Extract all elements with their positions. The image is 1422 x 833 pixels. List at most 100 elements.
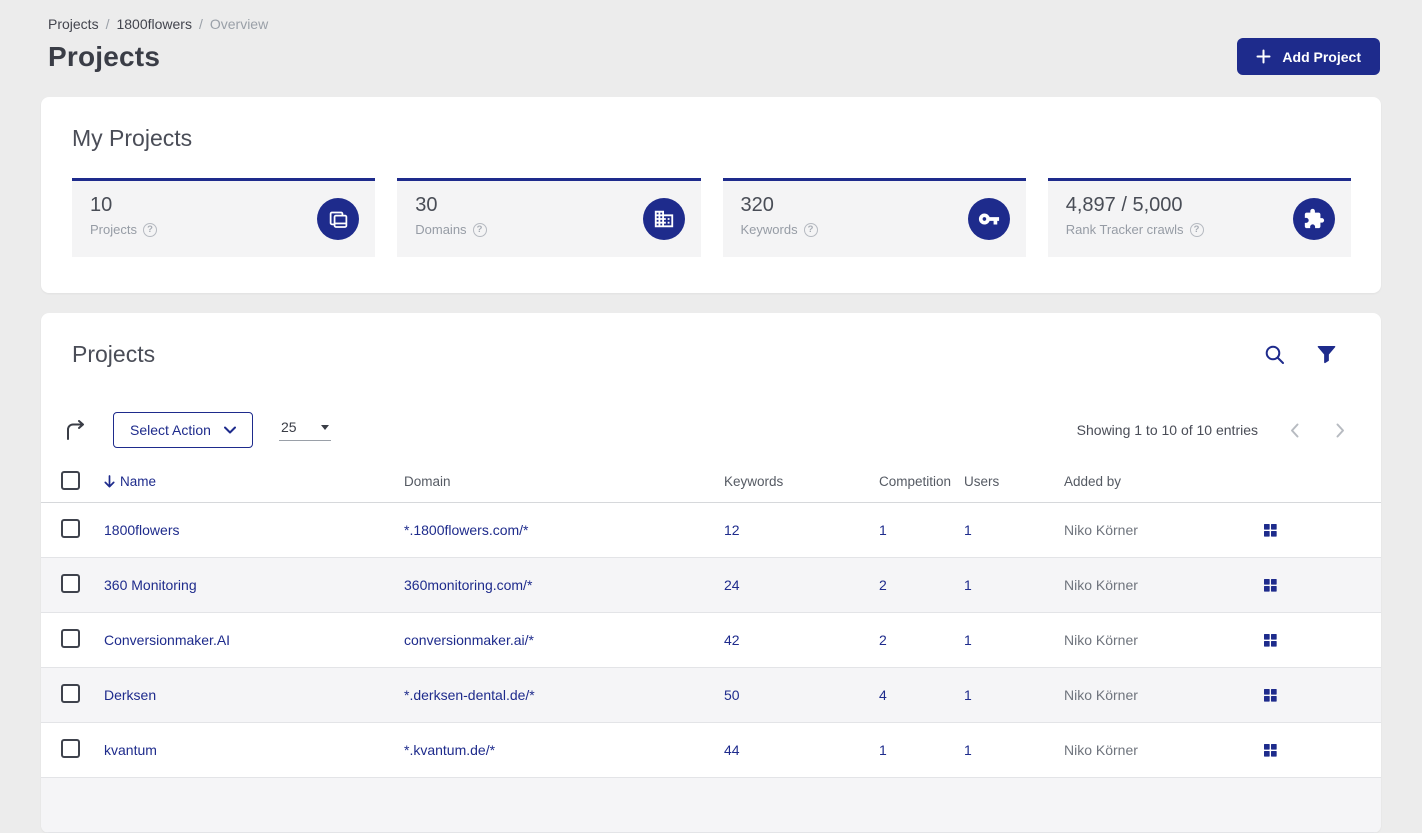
table-row: 360 Monitoring 360monitoring.com/* 24 2 … [41, 558, 1381, 613]
arrow-down-icon [104, 475, 115, 488]
users-count-link[interactable]: 1 [964, 742, 972, 758]
keywords-count-link[interactable]: 44 [724, 742, 740, 758]
added-by-text: Niko Körner [1064, 522, 1138, 538]
stat-card-projects: 10 Projects ? [72, 178, 376, 257]
caret-down-icon [320, 424, 329, 430]
row-checkbox[interactable] [61, 739, 80, 758]
grid-icon[interactable] [1262, 522, 1351, 538]
project-name-link[interactable]: Conversionmaker.AI [104, 632, 230, 648]
stat-label-projects: Projects [90, 222, 137, 237]
competition-count-link[interactable]: 2 [879, 632, 887, 648]
project-domain-link[interactable]: conversionmaker.ai/* [404, 632, 534, 648]
stat-card-keywords: 320 Keywords ? [722, 178, 1026, 257]
project-name-link[interactable]: kvantum [104, 742, 157, 758]
competition-count-link[interactable]: 4 [879, 687, 887, 703]
question-circle-icon[interactable]: ? [803, 222, 818, 237]
projects-table-title: Projects [72, 341, 156, 367]
column-header-users[interactable]: Users [964, 474, 1064, 489]
table-toolbar: Select Action 25 Showing 1 to 10 of 10 e… [41, 412, 1381, 448]
top-bar: Projects / 1800flowers / Overview Projec… [0, 0, 1422, 75]
breadcrumb: Projects / 1800flowers / Overview [48, 16, 1380, 32]
showing-entries-text: Showing 1 to 10 of 10 entries [1076, 422, 1258, 438]
column-header-added-by[interactable]: Added by [1064, 474, 1262, 489]
keywords-count-link[interactable]: 24 [724, 577, 740, 593]
project-domain-link[interactable]: *.derksen-dental.de/* [404, 687, 535, 703]
table-row-partial [41, 778, 1381, 833]
select-action-dropdown[interactable]: Select Action [113, 412, 253, 448]
added-by-text: Niko Körner [1064, 577, 1138, 593]
plus-icon [1256, 49, 1271, 64]
project-name-link[interactable]: 1800flowers [104, 522, 180, 538]
keywords-count-link[interactable]: 42 [724, 632, 740, 648]
column-header-domain[interactable]: Domain [404, 474, 724, 489]
forward-arrow-icon[interactable] [65, 420, 87, 440]
breadcrumb-separator: / [198, 16, 203, 32]
filter-funnel-icon[interactable] [1317, 345, 1336, 364]
stat-card-domains: 30 Domains ? [397, 178, 701, 257]
keywords-count-link[interactable]: 50 [724, 687, 740, 703]
table-row: 1800flowers *.1800flowers.com/* 12 1 1 N… [41, 503, 1381, 558]
row-checkbox[interactable] [61, 684, 80, 703]
project-domain-link[interactable]: 360monitoring.com/* [404, 577, 532, 593]
select-action-label: Select Action [130, 422, 211, 438]
users-count-link[interactable]: 1 [964, 687, 972, 703]
add-project-button[interactable]: Add Project [1237, 38, 1380, 75]
table-header: Name Domain Keywords Competition Users A… [41, 461, 1381, 503]
stat-card-rank-tracker-crawls: 4,897 / 5,000 Rank Tracker crawls ? [1047, 178, 1351, 257]
column-header-keywords[interactable]: Keywords [724, 474, 879, 489]
question-circle-icon[interactable]: ? [1189, 222, 1204, 237]
breadcrumb-separator: / [105, 16, 110, 32]
page-title: Projects [48, 40, 161, 72]
breadcrumb-link-projects[interactable]: Projects [48, 16, 99, 32]
row-checkbox[interactable] [61, 574, 80, 593]
stat-label-crawls: Rank Tracker crawls [1065, 222, 1184, 237]
chevron-left-icon[interactable] [1290, 423, 1299, 438]
column-header-name[interactable]: Name [104, 474, 404, 489]
competition-count-link[interactable]: 1 [879, 522, 887, 538]
competition-count-link[interactable]: 1 [879, 742, 887, 758]
grid-icon[interactable] [1262, 742, 1351, 758]
breadcrumb-link-1800flowers[interactable]: 1800flowers [116, 16, 192, 32]
my-projects-title: My Projects [72, 125, 193, 151]
grid-icon[interactable] [1262, 577, 1351, 593]
project-domain-link[interactable]: *.kvantum.de/* [404, 742, 495, 758]
my-projects-card: My Projects 10 Projects ? 30 Domains ? 3… [41, 97, 1381, 293]
keywords-count-link[interactable]: 12 [724, 522, 740, 538]
add-project-label: Add Project [1282, 48, 1361, 65]
added-by-text: Niko Körner [1064, 632, 1138, 648]
stat-label-domains: Domains [415, 222, 467, 237]
users-count-link[interactable]: 1 [964, 577, 972, 593]
column-header-competition[interactable]: Competition [879, 474, 964, 489]
project-name-link[interactable]: 360 Monitoring [104, 577, 197, 593]
project-name-link[interactable]: Derksen [104, 687, 156, 703]
chevron-right-icon[interactable] [1336, 423, 1345, 438]
select-all-checkbox[interactable] [61, 470, 80, 490]
question-circle-icon[interactable]: ? [142, 222, 157, 237]
stat-label-keywords: Keywords [740, 222, 798, 237]
building-icon [642, 198, 685, 240]
question-circle-icon[interactable]: ? [472, 222, 487, 237]
added-by-text: Niko Körner [1064, 742, 1138, 758]
page-size-value: 25 [280, 419, 297, 435]
projects-stack-icon [317, 198, 360, 240]
added-by-text: Niko Körner [1064, 687, 1138, 703]
projects-table-card: Projects Select Action 25 Showing 1 to 1… [41, 313, 1381, 833]
users-count-link[interactable]: 1 [964, 632, 972, 648]
pagination [1290, 423, 1345, 438]
table-row: kvantum *.kvantum.de/* 44 1 1 Niko Körne… [41, 723, 1381, 778]
page-size-select[interactable]: 25 [278, 419, 331, 441]
users-count-link[interactable]: 1 [964, 522, 972, 538]
chevron-down-icon [223, 426, 236, 434]
project-domain-link[interactable]: *.1800flowers.com/* [404, 522, 529, 538]
row-checkbox[interactable] [61, 629, 80, 648]
key-icon [967, 198, 1010, 240]
grid-icon[interactable] [1262, 632, 1351, 648]
stats-row: 10 Projects ? 30 Domains ? 320 Keywords … [72, 178, 1351, 257]
puzzle-icon [1293, 198, 1335, 240]
breadcrumb-current-overview: Overview [209, 16, 269, 32]
search-icon[interactable] [1264, 344, 1285, 365]
row-checkbox[interactable] [61, 519, 80, 538]
table-body: 1800flowers *.1800flowers.com/* 12 1 1 N… [41, 503, 1381, 833]
competition-count-link[interactable]: 2 [879, 577, 887, 593]
grid-icon[interactable] [1262, 687, 1351, 703]
